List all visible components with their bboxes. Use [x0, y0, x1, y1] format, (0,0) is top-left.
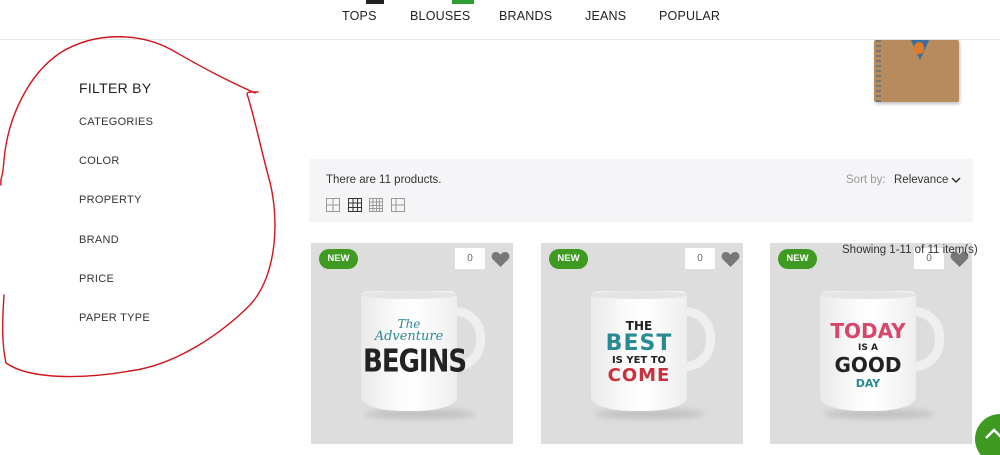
mug-print-line: DAY — [855, 377, 881, 390]
filter-price[interactable]: PRICE — [79, 273, 114, 285]
sort-select[interactable]: Relevance — [894, 174, 948, 186]
filter-color[interactable]: COLOR — [79, 155, 120, 167]
heart-icon[interactable] — [721, 251, 740, 268]
grid-3-icon[interactable] — [348, 198, 362, 212]
nav-item-popular[interactable]: POPULAR — [659, 9, 720, 23]
product-toolbar: There are 11 products. Sort by: Relevanc… — [309, 159, 973, 222]
filter-property[interactable]: PROPERTY — [79, 194, 142, 206]
notebook-fox-art — [914, 42, 924, 54]
mug-print-line: BEGINS — [363, 344, 467, 380]
mug-print-line: BEST — [605, 331, 673, 356]
filter-categories[interactable]: CATEGORIES — [79, 116, 153, 128]
mug-body: THE BEST IS YET TO COME — [591, 291, 687, 411]
mug-image: TODAY IS A GOOD DAY — [820, 291, 944, 419]
filter-paper-type[interactable]: PAPER TYPE — [79, 312, 150, 324]
mug-body: TODAY IS A GOOD DAY — [820, 291, 916, 411]
notebook-product-image[interactable] — [874, 40, 959, 102]
heart-icon[interactable] — [491, 251, 510, 268]
nav-item-brands[interactable]: BRANDS — [499, 9, 552, 23]
back-to-top-button[interactable] — [975, 414, 1000, 455]
mug-print-line: TODAY — [830, 319, 906, 343]
mug-rim — [820, 291, 916, 299]
mug-image: THE BEST IS YET TO COME — [591, 291, 715, 419]
nav-badge-dark — [366, 0, 384, 4]
grid-4-icon[interactable] — [369, 198, 383, 212]
grid-2-icon[interactable] — [326, 198, 340, 212]
mug-rim — [361, 291, 457, 299]
sort-label: Sort by: — [846, 174, 886, 186]
nav-item-tops[interactable]: TOPS — [342, 9, 377, 23]
filter-brand[interactable]: BRAND — [79, 234, 119, 246]
new-badge: NEW — [319, 249, 358, 269]
product-count: There are 11 products. — [326, 174, 442, 186]
mug-print-line: Adventure — [374, 329, 444, 344]
mug-print-line: COME — [607, 365, 671, 386]
showing-items-text: Showing 1-11 of 11 item(s) — [842, 244, 978, 256]
mug-rim — [591, 291, 687, 299]
new-badge: NEW — [549, 249, 588, 269]
chevron-up-icon — [985, 428, 1000, 439]
filter-title: FILTER BY — [79, 80, 152, 96]
mug-print-line: GOOD — [834, 353, 902, 377]
top-navigation: TOPS BLOUSES BRANDS JEANS POPULAR — [0, 0, 1000, 40]
chevron-down-icon[interactable] — [951, 176, 961, 184]
nav-item-blouses[interactable]: BLOUSES — [410, 9, 470, 23]
list-icon[interactable] — [391, 198, 405, 212]
product-card[interactable]: NEW 0 THE BEST IS YET TO COME — [541, 243, 743, 444]
product-card[interactable]: NEW 0 TODAY IS A GOOD DAY — [770, 243, 972, 444]
nav-badge-green — [452, 0, 474, 4]
nav-item-jeans[interactable]: JEANS — [585, 9, 626, 23]
wishlist-count[interactable]: 0 — [455, 248, 485, 269]
wishlist-count[interactable]: 0 — [685, 248, 715, 269]
mug-print-line: IS A — [858, 343, 878, 353]
mug-image: The Adventure BEGINS — [361, 291, 485, 419]
product-card[interactable]: NEW 0 The Adventure BEGINS — [311, 243, 513, 444]
mug-body: The Adventure BEGINS — [361, 291, 467, 411]
notebook-spiral — [876, 40, 881, 102]
new-badge: NEW — [778, 249, 817, 269]
